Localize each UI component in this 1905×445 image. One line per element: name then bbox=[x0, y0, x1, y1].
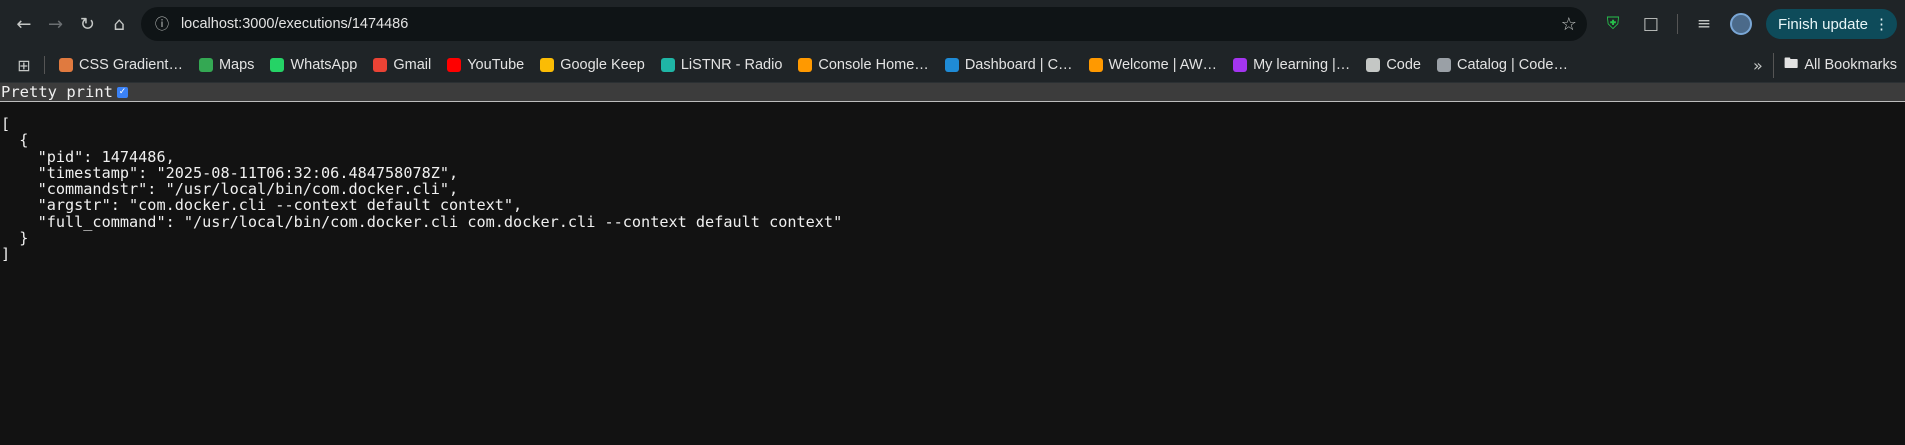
toolbar-divider bbox=[1676, 14, 1678, 34]
json-line: "pid": 1474486, bbox=[1, 147, 175, 166]
bookmark-item[interactable]: Welcome | AW… bbox=[1081, 51, 1226, 79]
browser-toolbar: ← → ↻ ⌂ ⓘ localhost:3000/executions/1474… bbox=[0, 0, 1905, 48]
bookmark-item[interactable]: Gmail bbox=[365, 51, 439, 79]
json-viewer: [ { "pid": 1474486, "timestamp": "2025-0… bbox=[1, 116, 1905, 263]
bookmark-label: Gmail bbox=[393, 57, 432, 73]
bookmark-favicon-icon bbox=[944, 58, 959, 72]
reload-icon[interactable]: ↻ bbox=[71, 7, 103, 41]
address-bar[interactable]: ⓘ localhost:3000/executions/1474486 ☆ bbox=[140, 7, 1587, 41]
bookmarks-bar: ⊞ CSS Gradient… Maps WhatsApp Gmail YouTube G… bbox=[0, 48, 1905, 83]
site-info-icon[interactable]: ⓘ bbox=[155, 14, 169, 34]
extensions-puzzle-icon[interactable]: □ bbox=[1639, 14, 1663, 34]
bookmark-favicon-icon bbox=[660, 58, 675, 72]
bookmark-favicon-icon bbox=[1436, 58, 1451, 72]
bookmark-item[interactable]: Code bbox=[1358, 51, 1429, 79]
profile-avatar[interactable] bbox=[1729, 13, 1752, 35]
json-line: ] bbox=[1, 245, 11, 264]
json-line: "full_command": "/usr/local/bin/com.dock… bbox=[1, 212, 843, 231]
pretty-print-bar: Pretty print ✓ bbox=[0, 83, 1905, 102]
bookmark-label: Code bbox=[1386, 57, 1421, 73]
bookmarks-divider bbox=[44, 56, 45, 74]
bookmark-favicon-icon bbox=[198, 58, 213, 72]
bookmark-item[interactable]: Console Home… bbox=[790, 51, 936, 79]
reading-list-icon[interactable]: ≡ bbox=[1692, 14, 1716, 34]
bookmark-favicon-icon bbox=[59, 58, 73, 72]
shield-extension-icon[interactable]: ⛨ bbox=[1601, 14, 1625, 34]
bookmark-label: Dashboard | C… bbox=[964, 57, 1073, 73]
bookmark-favicon-icon bbox=[540, 58, 555, 72]
all-bookmarks-label: All Bookmarks bbox=[1804, 57, 1897, 73]
json-line: "argstr": "com.docker.cli --context defa… bbox=[1, 196, 523, 215]
bookmark-item[interactable]: LiSTNR - Radio bbox=[653, 51, 791, 79]
home-icon[interactable]: ⌂ bbox=[103, 7, 135, 41]
apps-grid-icon[interactable]: ⊞ bbox=[8, 56, 40, 75]
bookmark-item[interactable]: Maps bbox=[191, 51, 262, 79]
all-bookmarks-folder[interactable]: 🖿 All Bookmarks bbox=[1772, 52, 1897, 78]
bookmarks-overflow-icon[interactable]: » bbox=[1743, 56, 1773, 75]
bookmark-star-icon[interactable]: ☆ bbox=[1561, 14, 1577, 35]
bookmark-label: WhatsApp bbox=[290, 57, 358, 73]
json-line: "commandstr": "/usr/local/bin/com.docker… bbox=[1, 180, 459, 199]
json-line: { bbox=[1, 131, 29, 150]
bookmark-favicon-icon bbox=[1366, 58, 1381, 72]
json-line: [ bbox=[1, 115, 11, 133]
pretty-print-label: Pretty print bbox=[1, 83, 113, 101]
json-line: "timestamp": "2025-08-11T06:32:06.484758… bbox=[1, 163, 459, 182]
bookmark-favicon-icon bbox=[373, 58, 388, 72]
bookmark-favicon-icon bbox=[798, 58, 813, 72]
bookmark-item[interactable]: YouTube bbox=[439, 51, 532, 79]
bookmark-item[interactable]: WhatsApp bbox=[262, 51, 365, 79]
url-text[interactable]: localhost:3000/executions/1474486 bbox=[181, 16, 1561, 32]
bookmark-label: Console Home… bbox=[818, 57, 929, 73]
bookmark-favicon-icon bbox=[1233, 58, 1248, 72]
bookmark-item[interactable]: Catalog | Code… bbox=[1429, 51, 1576, 79]
bookmark-label: Maps bbox=[218, 57, 255, 73]
bookmark-label: LiSTNR - Radio bbox=[680, 57, 783, 73]
forward-icon[interactable]: → bbox=[40, 7, 72, 41]
bookmark-item[interactable]: CSS Gradient… bbox=[51, 51, 191, 79]
bookmark-label: Google Keep bbox=[560, 57, 645, 73]
finish-update-label: Finish update bbox=[1777, 15, 1868, 33]
back-icon[interactable]: ← bbox=[8, 7, 40, 41]
extensions-area: ⛨ □ ≡ bbox=[1601, 13, 1752, 35]
bookmark-list: CSS Gradient… Maps WhatsApp Gmail YouTube Goo… bbox=[51, 51, 1576, 79]
bookmark-label: My learning |… bbox=[1253, 57, 1351, 73]
bookmark-label: Catalog | Code… bbox=[1456, 57, 1568, 73]
bookmark-item[interactable]: Google Keep bbox=[532, 51, 653, 79]
folder-icon: 🖿 bbox=[1783, 55, 1799, 72]
bookmark-label: YouTube bbox=[467, 57, 525, 73]
pretty-print-checkbox[interactable]: ✓ bbox=[116, 86, 128, 98]
bookmark-item[interactable]: Dashboard | C… bbox=[937, 51, 1081, 79]
kebab-menu-icon: ⋮ bbox=[1874, 16, 1889, 33]
bookmark-label: Welcome | AW… bbox=[1108, 57, 1218, 73]
bookmark-item[interactable]: My learning |… bbox=[1225, 51, 1358, 79]
bookmark-favicon-icon bbox=[1088, 58, 1103, 72]
json-line: } bbox=[1, 229, 29, 248]
finish-update-button[interactable]: Finish update ⋮ bbox=[1765, 9, 1897, 39]
bookmark-favicon-icon bbox=[270, 58, 285, 72]
bookmark-label: CSS Gradient… bbox=[79, 57, 183, 73]
bookmark-favicon-icon bbox=[447, 58, 462, 72]
